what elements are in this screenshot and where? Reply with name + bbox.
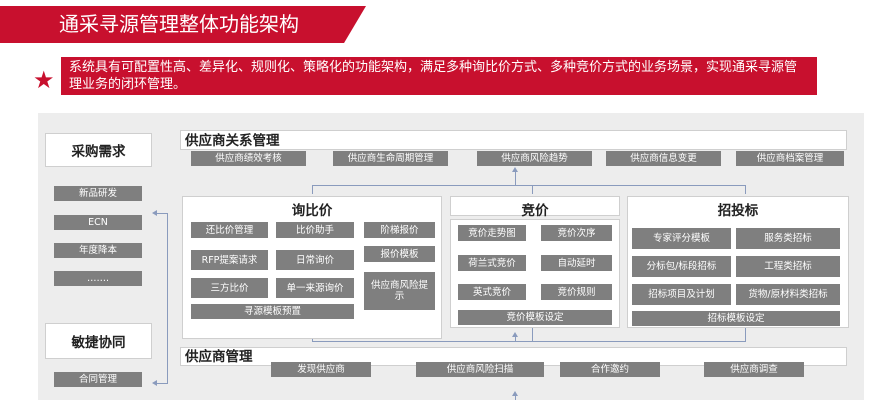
left-connector bbox=[157, 213, 168, 214]
intro-text: 系统具有可配置性高、差异化、规则化、策略化的功能架构，满足多种询比价方式、多种竞… bbox=[61, 57, 817, 95]
bidding-item: 荷兰式竞价 bbox=[458, 255, 526, 271]
supplier-mgmt-title: 供应商管理 bbox=[185, 349, 253, 365]
inquiry-item: RFP提案请求 bbox=[191, 250, 268, 270]
bottom-connector bbox=[745, 328, 746, 342]
srm-item: 供应商档案管理 bbox=[736, 151, 844, 166]
arrow-left-icon bbox=[152, 380, 157, 386]
bidding-item: 自动延时 bbox=[541, 255, 612, 271]
bottom-connector bbox=[312, 339, 313, 342]
tender-title: 招投标 bbox=[717, 203, 759, 219]
arrow-up-icon bbox=[512, 391, 518, 396]
inquiry-item: 报价模板 bbox=[364, 246, 435, 262]
srm-item: 供应商风险趋势 bbox=[477, 151, 592, 166]
demand-item: ECN bbox=[54, 215, 142, 230]
left-connector bbox=[157, 383, 168, 384]
purchase-demand-label: 采购需求 bbox=[71, 144, 126, 160]
purchase-demand-box: 采购需求 bbox=[45, 133, 152, 167]
bidding-template: 竞价模板设定 bbox=[458, 310, 612, 325]
inquiry-item: 还比价管理 bbox=[191, 222, 268, 238]
arrow-up-icon bbox=[512, 332, 518, 337]
inquiry-item: 阶梯报价 bbox=[364, 222, 435, 238]
tender-item: 服务类招标 bbox=[736, 228, 840, 249]
top-connector bbox=[745, 185, 746, 194]
inquiry-item: 比价助手 bbox=[276, 222, 354, 238]
srm-box bbox=[180, 130, 847, 150]
tender-item: 货物/原材料类招标 bbox=[736, 284, 840, 305]
supplier-mgmt-item: 合作邀约 bbox=[560, 362, 660, 377]
inquiry-template: 寻源模板预置 bbox=[191, 304, 354, 319]
star-icon: ★ bbox=[33, 66, 55, 94]
top-connector bbox=[515, 170, 516, 185]
bidding-item: 竞价走势图 bbox=[458, 225, 526, 241]
top-connector bbox=[312, 185, 313, 194]
supplier-mgmt-item: 供应商风险扫描 bbox=[416, 362, 544, 377]
bidding-title: 竞价 bbox=[521, 203, 549, 219]
tender-item: 分标包/标段招标 bbox=[632, 256, 731, 277]
bidding-item: 竞价规则 bbox=[541, 284, 612, 300]
tender-item: 工程类招标 bbox=[736, 256, 840, 277]
srm-item: 供应商信息变更 bbox=[606, 151, 721, 166]
demand-item: 新品研发 bbox=[54, 186, 142, 201]
top-connector bbox=[312, 185, 745, 186]
tender-item: 招标项目及计划 bbox=[632, 284, 731, 305]
inquiry-item: 单一来源询价 bbox=[276, 278, 354, 298]
demand-item: ……. bbox=[54, 271, 142, 286]
tender-item: 专家评分模板 bbox=[632, 228, 731, 249]
top-connector bbox=[532, 185, 533, 194]
supplier-mgmt-item: 发现供应商 bbox=[271, 362, 371, 377]
inquiry-item: 供应商风险提示 bbox=[364, 272, 435, 310]
supplier-mgmt-item: 供应商调查 bbox=[704, 362, 804, 377]
page-title: 通采寻源管理整体功能架构 bbox=[59, 12, 299, 36]
agile-label: 敏捷协同 bbox=[71, 335, 126, 351]
srm-title: 供应商关系管理 bbox=[185, 133, 280, 149]
agile-item: 合同管理 bbox=[54, 372, 142, 387]
bottom-connector bbox=[312, 341, 745, 342]
bidding-item: 竞价次序 bbox=[541, 225, 612, 241]
demand-item: 年度降本 bbox=[54, 243, 142, 258]
bottom-connector bbox=[532, 328, 533, 342]
srm-item: 供应商生命周期管理 bbox=[333, 151, 448, 166]
left-connector bbox=[167, 213, 168, 383]
arrow-up-icon bbox=[512, 167, 518, 172]
agile-box: 敏捷协同 bbox=[45, 323, 152, 359]
bidding-item: 英式竞价 bbox=[458, 284, 526, 300]
inquiry-item: 日常询价 bbox=[276, 250, 354, 270]
tender-template: 招标模板设定 bbox=[632, 311, 840, 326]
inquiry-title: 询比价 bbox=[291, 203, 333, 219]
inquiry-item: 三方比价 bbox=[191, 278, 268, 298]
srm-item: 供应商绩效考核 bbox=[191, 151, 306, 166]
arrow-left-icon bbox=[152, 210, 157, 216]
